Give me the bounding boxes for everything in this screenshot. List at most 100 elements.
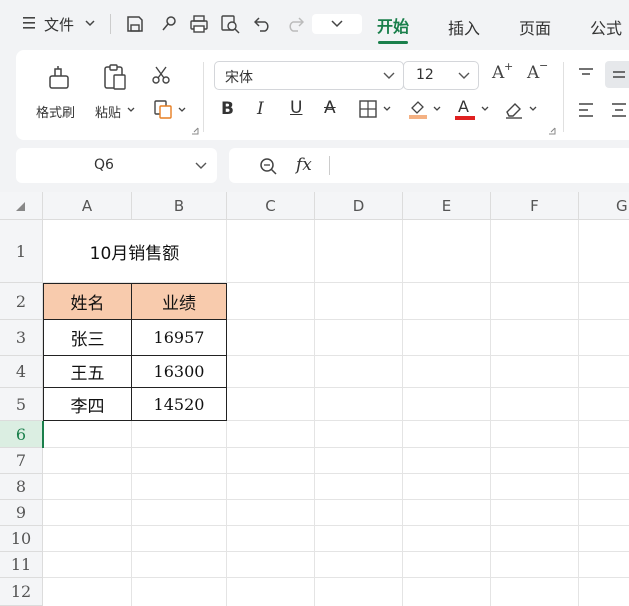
font-color-button[interactable]: A <box>455 97 477 121</box>
font-name-select[interactable]: 宋体 <box>214 61 404 90</box>
row-header-6[interactable]: 6 <box>0 421 43 448</box>
fill-color-icon[interactable] <box>406 97 430 121</box>
zoom-search-icon[interactable] <box>257 155 279 177</box>
spreadsheet-grid: A B C D E F G 1 2 3 4 5 6 7 8 9 10 11 12… <box>0 192 629 606</box>
undo-icon[interactable] <box>252 13 274 35</box>
grow-font-glyph: A <box>492 63 505 83</box>
column-header-b[interactable]: B <box>132 192 227 220</box>
align-top-icon[interactable] <box>576 64 596 84</box>
font-color-glyph: A <box>458 97 469 116</box>
shrink-font-glyph: A <box>527 63 540 83</box>
format-painter-label[interactable]: 格式刷 <box>36 102 75 121</box>
cell-a1-title[interactable]: 10月销售额 <box>43 220 226 282</box>
align-left-icon[interactable] <box>576 100 596 120</box>
border-icon[interactable] <box>358 99 378 119</box>
column-header-e[interactable]: E <box>403 192 491 220</box>
name-box[interactable]: Q6 <box>16 148 217 183</box>
copy-icon[interactable] <box>152 98 174 120</box>
gridline <box>43 447 629 448</box>
formula-input[interactable] <box>339 156 629 176</box>
name-box-value: Q6 <box>94 157 114 173</box>
save-icon[interactable] <box>124 13 146 35</box>
font-color-dropdown-icon[interactable] <box>480 104 490 114</box>
redo-icon[interactable] <box>284 13 306 35</box>
select-all-corner[interactable] <box>0 192 43 220</box>
gridline <box>43 577 629 578</box>
row-header-1[interactable]: 1 <box>0 220 43 283</box>
cell-b4-value[interactable]: 16300 <box>131 355 227 388</box>
increase-font-size-button[interactable]: A + <box>492 60 516 87</box>
tab-formula[interactable]: 公式 <box>590 15 622 39</box>
align-middle-icon[interactable] <box>605 61 629 88</box>
row-header-10[interactable]: 10 <box>0 526 43 552</box>
font-size-select[interactable]: 12 <box>403 61 479 90</box>
format-painter-icon[interactable] <box>44 62 74 92</box>
column-header-c[interactable]: C <box>227 192 315 220</box>
gridline <box>490 220 491 606</box>
underline-button[interactable]: U <box>290 98 302 118</box>
italic-button[interactable]: I <box>257 99 264 119</box>
eraser-dropdown-icon[interactable] <box>528 104 538 114</box>
column-header-d[interactable]: D <box>315 192 403 220</box>
divider <box>110 14 111 34</box>
paste-icon[interactable] <box>100 62 130 92</box>
cell-a2-header-name[interactable]: 姓名 <box>43 283 132 320</box>
quick-access-dropdown-icon[interactable] <box>312 14 362 34</box>
border-dropdown-icon[interactable] <box>382 104 392 114</box>
link-icon[interactable] <box>158 13 180 35</box>
cell-b2-header-performance[interactable]: 业绩 <box>131 283 227 320</box>
print-icon[interactable] <box>188 13 210 35</box>
cell-a5-name[interactable]: 李四 <box>43 387 132 421</box>
chevron-down-icon <box>458 72 470 79</box>
chevron-down-icon <box>195 162 207 169</box>
menu-bar: 文件 开始 插入 页面 公式 <box>0 0 629 48</box>
row-header-4[interactable]: 4 <box>0 356 43 388</box>
bold-button[interactable]: B <box>221 99 234 119</box>
row-header-7[interactable]: 7 <box>0 448 43 474</box>
fill-color-dropdown-icon[interactable] <box>432 104 442 114</box>
file-menu-label[interactable]: 文件 <box>44 14 74 35</box>
font-launcher-icon[interactable] <box>547 126 557 136</box>
row-header-12[interactable]: 12 <box>0 578 43 606</box>
column-header-a[interactable]: A <box>43 192 132 220</box>
tab-active-indicator <box>378 41 408 44</box>
cell-a3-name[interactable]: 张三 <box>43 319 132 356</box>
decrease-font-size-button[interactable]: A − <box>527 59 551 87</box>
print-preview-icon[interactable] <box>219 13 241 35</box>
strikethrough-button[interactable]: A <box>324 98 336 118</box>
font-color-bar <box>455 116 475 120</box>
cell-a4-name[interactable]: 王五 <box>43 355 132 388</box>
paste-label[interactable]: 粘贴 <box>95 102 121 121</box>
row-header-8[interactable]: 8 <box>0 474 43 500</box>
row-header-11[interactable]: 11 <box>0 552 43 578</box>
tab-home[interactable]: 开始 <box>377 13 409 44</box>
chevron-down-icon[interactable] <box>84 16 96 30</box>
row-header-3[interactable]: 3 <box>0 320 43 356</box>
column-header-f[interactable]: F <box>491 192 579 220</box>
minus-icon: − <box>539 59 549 72</box>
font-name-value: 宋体 <box>225 70 253 86</box>
gridline <box>43 499 629 500</box>
row-header-9[interactable]: 9 <box>0 500 43 526</box>
gridline <box>314 220 315 606</box>
column-header-g[interactable]: G <box>579 192 629 220</box>
row-header-2[interactable]: 2 <box>0 283 43 320</box>
insert-function-button[interactable]: fx <box>296 155 312 175</box>
tab-home-label: 开始 <box>377 17 410 36</box>
clipboard-launcher-icon[interactable] <box>190 126 200 136</box>
cell-b5-value[interactable]: 14520 <box>131 387 227 421</box>
paste-dropdown-icon[interactable] <box>126 104 136 116</box>
group-divider <box>203 62 204 132</box>
gridline <box>578 220 579 606</box>
formula-bar: fx <box>229 148 629 183</box>
cut-icon[interactable] <box>150 64 172 86</box>
tab-insert[interactable]: 插入 <box>448 15 480 39</box>
row-header-5[interactable]: 5 <box>0 388 43 421</box>
align-center-icon[interactable] <box>609 100 629 120</box>
copy-dropdown-icon[interactable] <box>177 104 187 116</box>
hamburger-icon[interactable] <box>22 14 36 32</box>
gridline <box>43 473 629 474</box>
cell-b3-value[interactable]: 16957 <box>131 319 227 356</box>
tab-page[interactable]: 页面 <box>519 15 551 39</box>
eraser-icon[interactable] <box>503 98 525 120</box>
